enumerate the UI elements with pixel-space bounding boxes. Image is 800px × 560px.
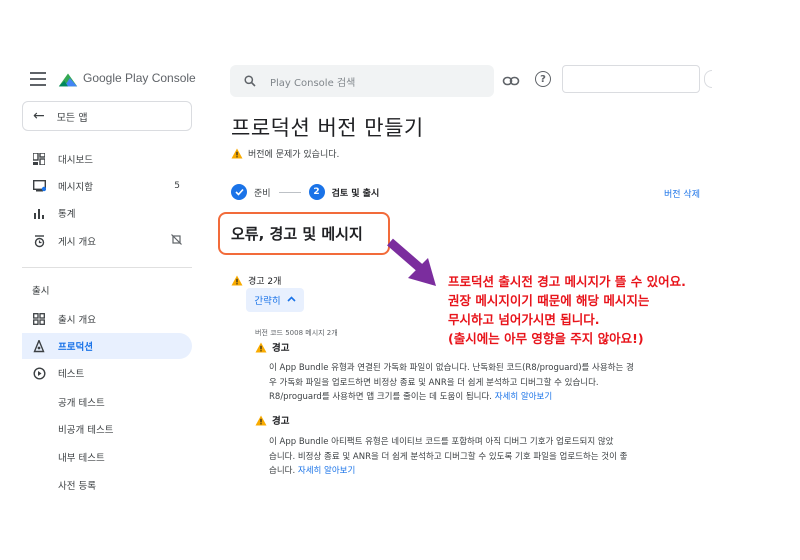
collapse-label: 간략히 <box>254 296 281 307</box>
sidebar-subitem-pre-registration[interactable]: 사전 등록 <box>58 478 96 492</box>
warning-line-with-link: R8/proguard를 사용하면 앱 크기를 줄이는 데 도움이 됩니다. 자… <box>269 390 699 405</box>
warning-line: R8/proguard를 사용하면 앱 크기를 줄이는 데 도움이 됩니다. <box>269 392 493 402</box>
check-icon <box>231 184 247 200</box>
sidebar-item-inbox[interactable]: 메시지함 5 <box>22 173 192 199</box>
annotation-text: 프로덕션 출시전 경고 메시지가 뜰 수 있어요. 권장 메시지이기 때문에 해… <box>448 272 686 348</box>
back-arrow-icon: ← <box>33 108 45 124</box>
sidebar-divider <box>22 267 192 268</box>
warning-heading: 경고 <box>255 413 289 427</box>
sidebar-item-testing[interactable]: 테스트 <box>22 360 192 386</box>
delete-release-button[interactable]: 버전 삭제 <box>664 187 700 200</box>
warning-body: 이 App Bundle 유형과 연결된 가독화 파일이 없습니다. 난독화된 … <box>269 361 699 405</box>
warning-line: 이 App Bundle 유형과 연결된 가독화 파일이 없습니다. 난독화된 … <box>269 363 634 373</box>
warning-line: 습니다. 비정상 종료 및 ANR을 더 쉽게 분석하고 디버그할 수 있도록 … <box>269 451 628 462</box>
bar-chart-icon <box>32 206 46 220</box>
testing-icon <box>32 366 46 380</box>
sidebar-item-label: 통계 <box>58 209 76 220</box>
sidebar-item-dashboard[interactable]: 대시보드 <box>22 146 192 172</box>
warning-title: 경고 <box>272 343 290 354</box>
menu-icon[interactable] <box>30 72 46 86</box>
production-icon <box>32 339 46 353</box>
stepper: 준비 2 검토 및 출시 <box>231 184 379 200</box>
sidebar-item-statistics[interactable]: 통계 <box>22 200 192 226</box>
warning-line-with-link: 습니다. 자세히 알아보기 <box>269 464 699 479</box>
account-selector[interactable] <box>562 65 700 93</box>
link-icon[interactable] <box>502 72 520 90</box>
sidebar-item-label: 대시보드 <box>58 155 93 166</box>
release-overview-icon <box>32 312 46 326</box>
sidebar-item-label: 게시 개요 <box>58 237 96 248</box>
sidebar-item-release-overview[interactable]: 출시 개요 <box>22 306 192 332</box>
annotation-arrow <box>387 238 436 286</box>
step-prepare-label[interactable]: 준비 <box>254 186 271 199</box>
sidebar-item-production[interactable]: 프로덕션 <box>22 333 192 359</box>
search-input[interactable]: Play Console 검색 <box>230 65 494 97</box>
step-number-badge: 2 <box>308 184 325 200</box>
page-title: 프로덕션 버전 만들기 <box>231 116 424 140</box>
help-icon[interactable]: ? <box>535 71 551 87</box>
learn-more-link[interactable]: 자세히 알아보기 <box>495 392 552 402</box>
warning-icon <box>231 148 243 159</box>
warning-line: 이 App Bundle 아티팩트 유형은 네이티브 코드를 포함하며 아직 디… <box>269 437 614 447</box>
release-section-label: 출시 <box>32 286 50 297</box>
sidebar-item-label: 프로덕션 <box>58 342 93 353</box>
build-label: 버전 코드 5008 메시지 2개 <box>255 329 338 337</box>
step-review-label[interactable]: 검토 및 출시 <box>332 186 380 199</box>
sidebar-item-publishing-overview[interactable]: 게시 개요 <box>22 228 192 254</box>
step-connector <box>278 191 301 193</box>
learn-more-link[interactable]: 자세히 알아보기 <box>298 466 355 476</box>
warning-line: 습니다. <box>269 466 296 476</box>
section-title: 오류, 경고 및 메시지 <box>231 225 363 243</box>
release-warning-line: 버전에 문제가 있습니다. <box>231 147 339 160</box>
managed-publishing-off-icon <box>171 234 182 248</box>
warning-body: 이 App Bundle 아티팩트 유형은 네이티브 코드를 포함하며 아직 디… <box>269 435 699 479</box>
sidebar-item-label: 출시 개요 <box>58 315 96 326</box>
publishing-overview-icon <box>32 234 46 248</box>
dashboard-icon <box>32 152 46 166</box>
sidebar-subitem-internal-testing[interactable]: 내부 테스트 <box>58 450 105 464</box>
warning-title: 경고 <box>272 416 290 427</box>
release-warning-text: 버전에 문제가 있습니다. <box>248 150 340 160</box>
annotation-line: (출시에는 아무 영향을 주지 않아요!) <box>448 331 644 346</box>
warning-icon <box>255 415 267 425</box>
sidebar-subitem-closed-testing[interactable]: 비공개 테스트 <box>58 422 113 436</box>
sidebar-item-label: 메시지함 <box>58 182 93 193</box>
highlight-box: 오류, 경고 및 메시지 <box>218 212 390 255</box>
sidebar-item-label: 테스트 <box>58 369 85 380</box>
warnings-count-text: 경고 2개 <box>248 277 282 287</box>
warning-icon <box>231 275 243 286</box>
annotation-line: 무시하고 넘어가시면 됩니다. <box>448 312 600 327</box>
warning-icon <box>255 342 267 352</box>
play-console-logo-icon <box>58 73 78 87</box>
inbox-count-badge: 5 <box>174 181 180 191</box>
inbox-icon <box>32 179 46 193</box>
all-apps-label: 모든 앱 <box>56 112 88 124</box>
app-logo-text: Google Play Console <box>83 71 196 85</box>
annotation-line: 프로덕션 출시전 경고 메시지가 뜰 수 있어요. <box>448 274 686 289</box>
all-apps-button[interactable]: ← 모든 앱 <box>22 101 192 131</box>
warning-line: 우 가독화 파일을 업로드하면 비정상 종료 및 ANR을 더 쉽게 분석하고 … <box>269 377 599 388</box>
search-placeholder: Play Console 검색 <box>270 77 356 89</box>
avatar[interactable] <box>704 70 712 88</box>
search-icon <box>244 75 256 87</box>
sidebar-subitem-open-testing[interactable]: 공개 테스트 <box>58 395 105 409</box>
chevron-up-icon <box>287 295 296 305</box>
annotation-line: 권장 메시지이기 때문에 해당 메시지는 <box>448 293 650 308</box>
warning-heading: 경고 <box>255 340 289 354</box>
warnings-count: 경고 2개 <box>231 274 281 287</box>
collapse-button[interactable]: 간략히 <box>246 288 304 312</box>
